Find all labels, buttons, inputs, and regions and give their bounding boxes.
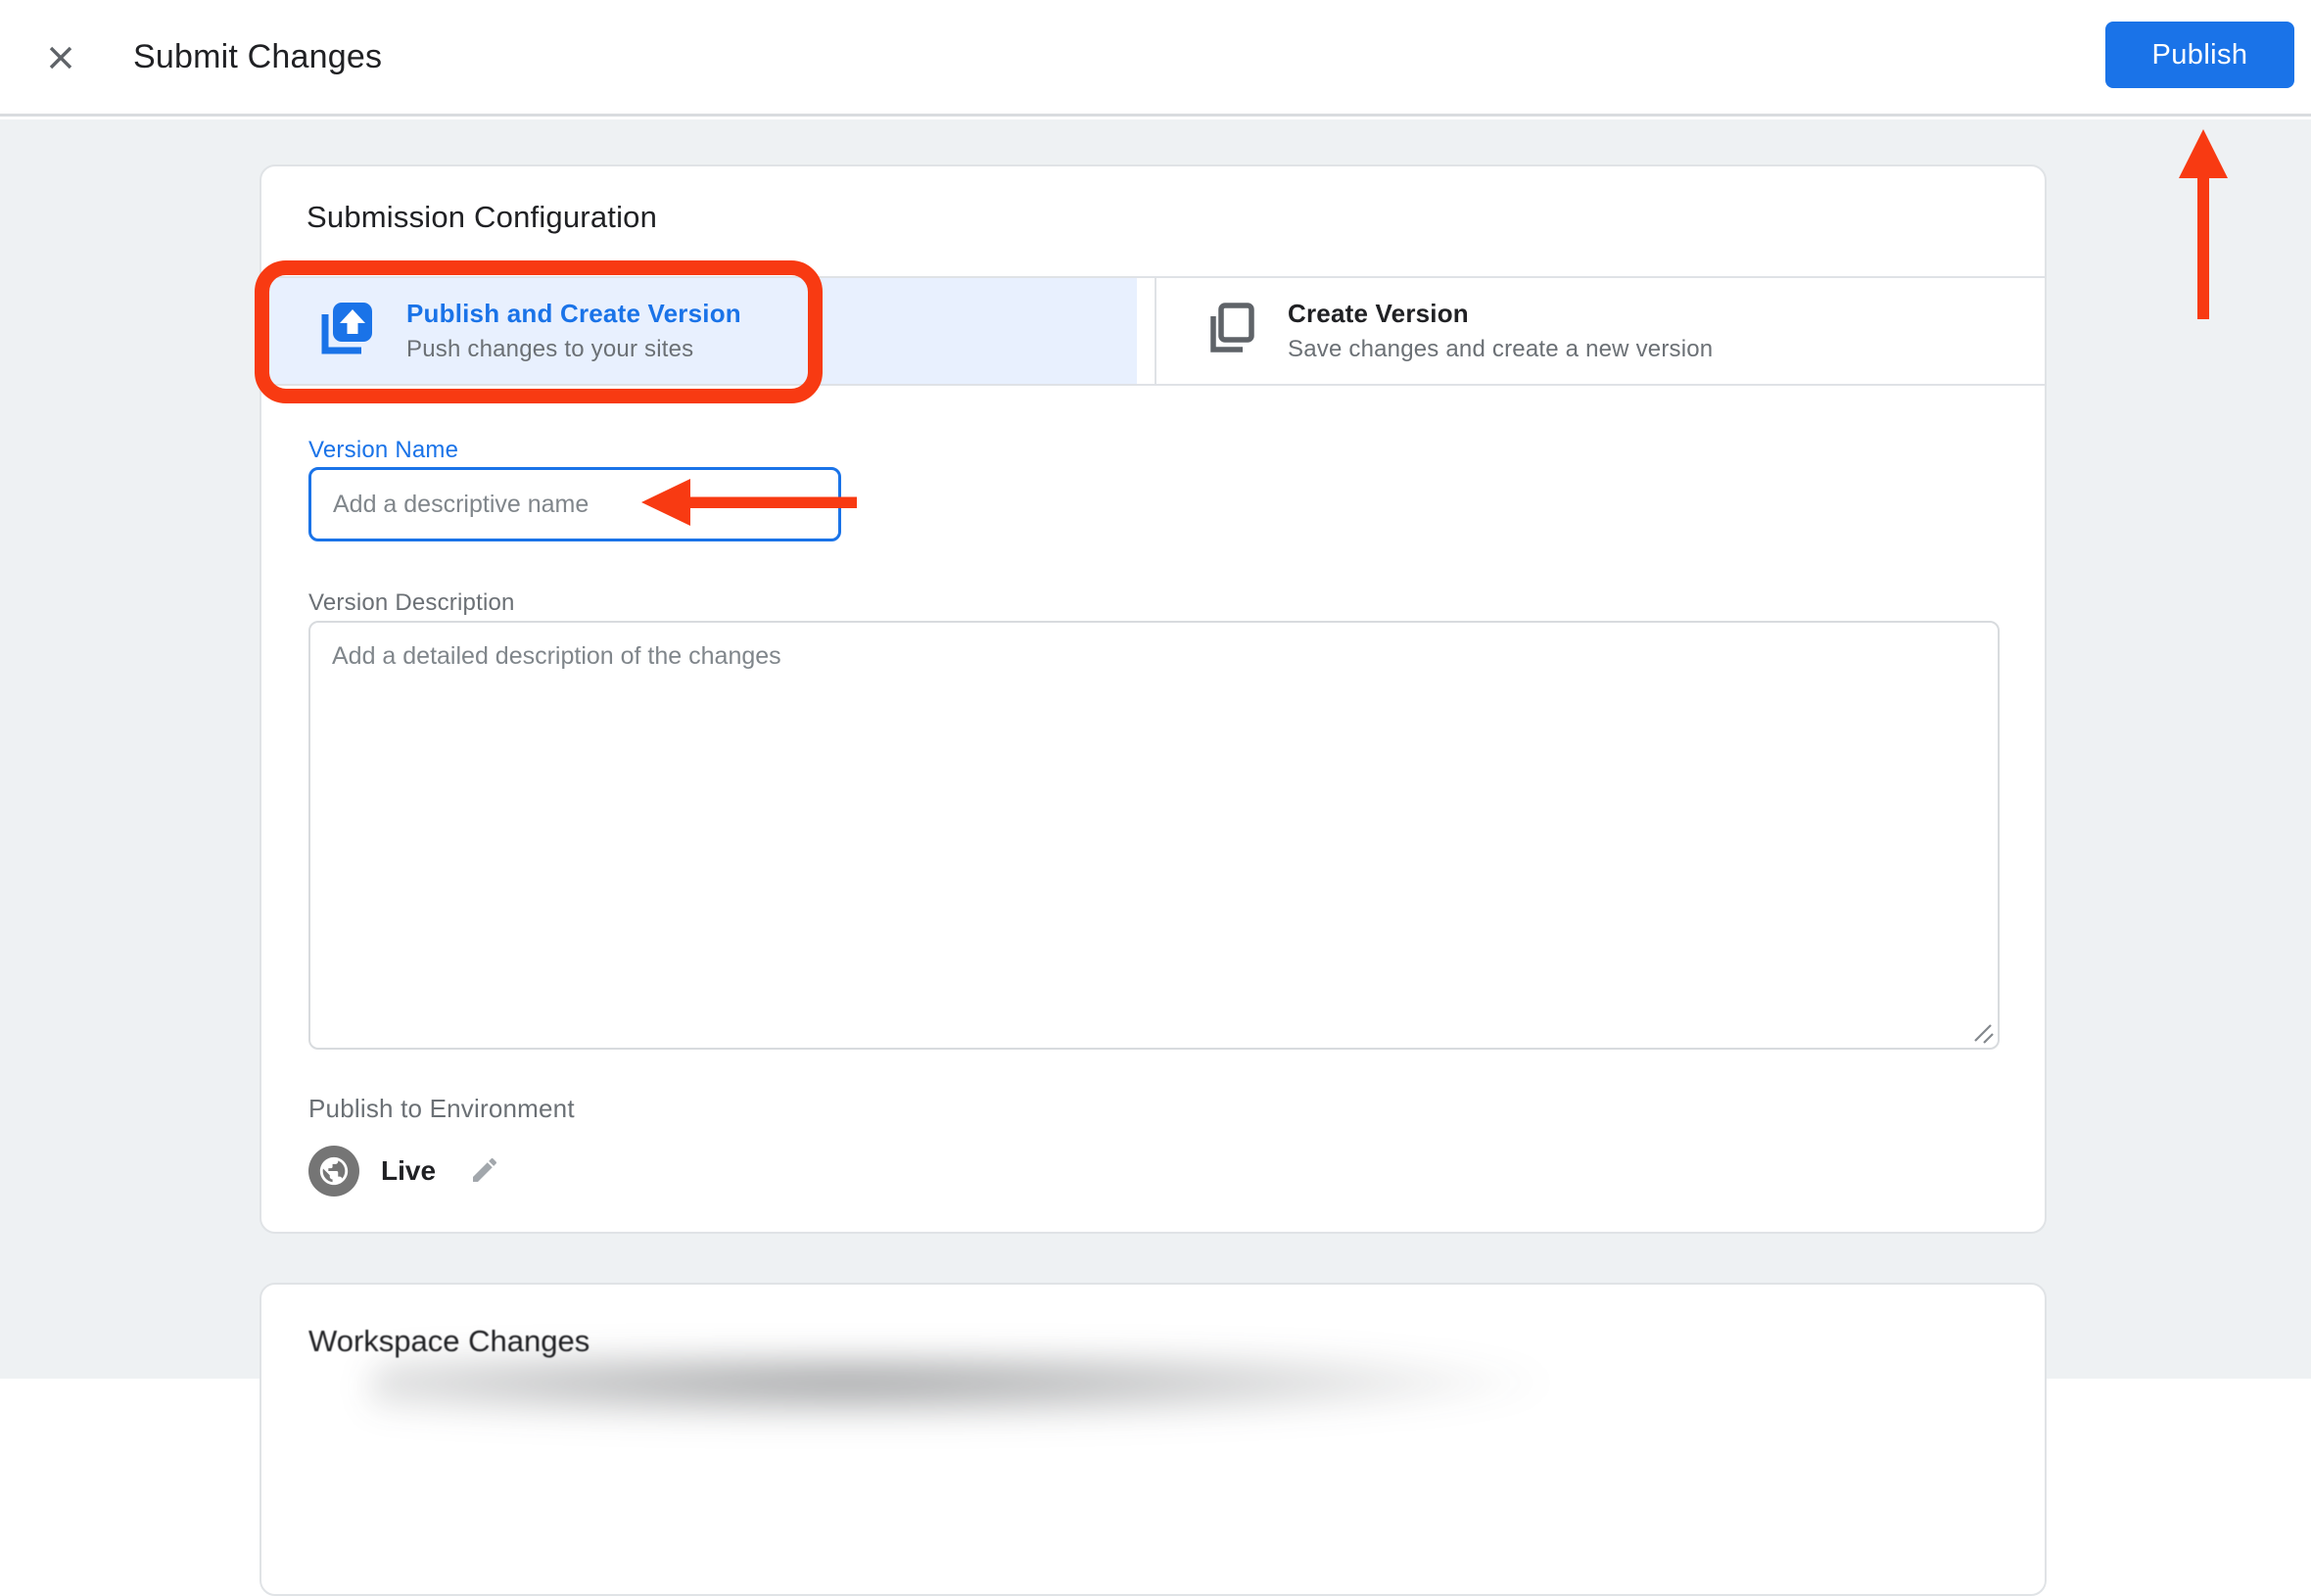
page-title: Submit Changes [133,0,382,114]
header-bar: Submit Changes Publish [0,0,2311,117]
version-name-label: Version Name [308,437,458,464]
submission-type-tabs: Publish and Create Version Push changes … [261,276,2045,386]
publish-button[interactable]: Publish [2105,22,2294,88]
workspace-changes-title: Workspace Changes [308,1324,590,1359]
version-description-label: Version Description [308,589,515,617]
close-x-icon [45,42,76,76]
tab-publish-title: Publish and Create Version [406,299,741,329]
tab-create-version-title: Create Version [1288,299,1713,329]
close-button[interactable] [41,39,80,78]
pencil-icon [469,1154,500,1189]
version-name-input[interactable] [308,467,841,541]
tab-create-version-subtitle: Save changes and create a new version [1288,336,1713,363]
tab-publish-and-create-version[interactable]: Publish and Create Version Push changes … [261,278,1137,384]
environment-value: Live [381,1155,436,1187]
publish-to-environment-label: Publish to Environment [308,1094,575,1124]
copy-pages-icon [1205,301,1258,362]
tab-publish-subtitle: Push changes to your sites [406,336,741,363]
blurred-content-shadow [369,1355,1564,1424]
globe-icon [308,1146,359,1197]
tab-create-version[interactable]: Create Version Save changes and create a… [1155,278,2045,384]
version-description-textarea[interactable] [308,621,2000,1050]
submission-configuration-card: Submission Configuration Publish and Cre… [259,164,2047,1234]
workspace-changes-card: Workspace Changes [259,1283,2047,1596]
tab-divider-gap [1137,278,1155,384]
edit-environment-button[interactable] [469,1154,500,1189]
environment-row: Live [308,1146,500,1197]
submission-configuration-title: Submission Configuration [307,200,657,235]
publish-upload-icon [312,297,377,366]
main-content: Submission Configuration Publish and Cre… [0,119,2311,1379]
